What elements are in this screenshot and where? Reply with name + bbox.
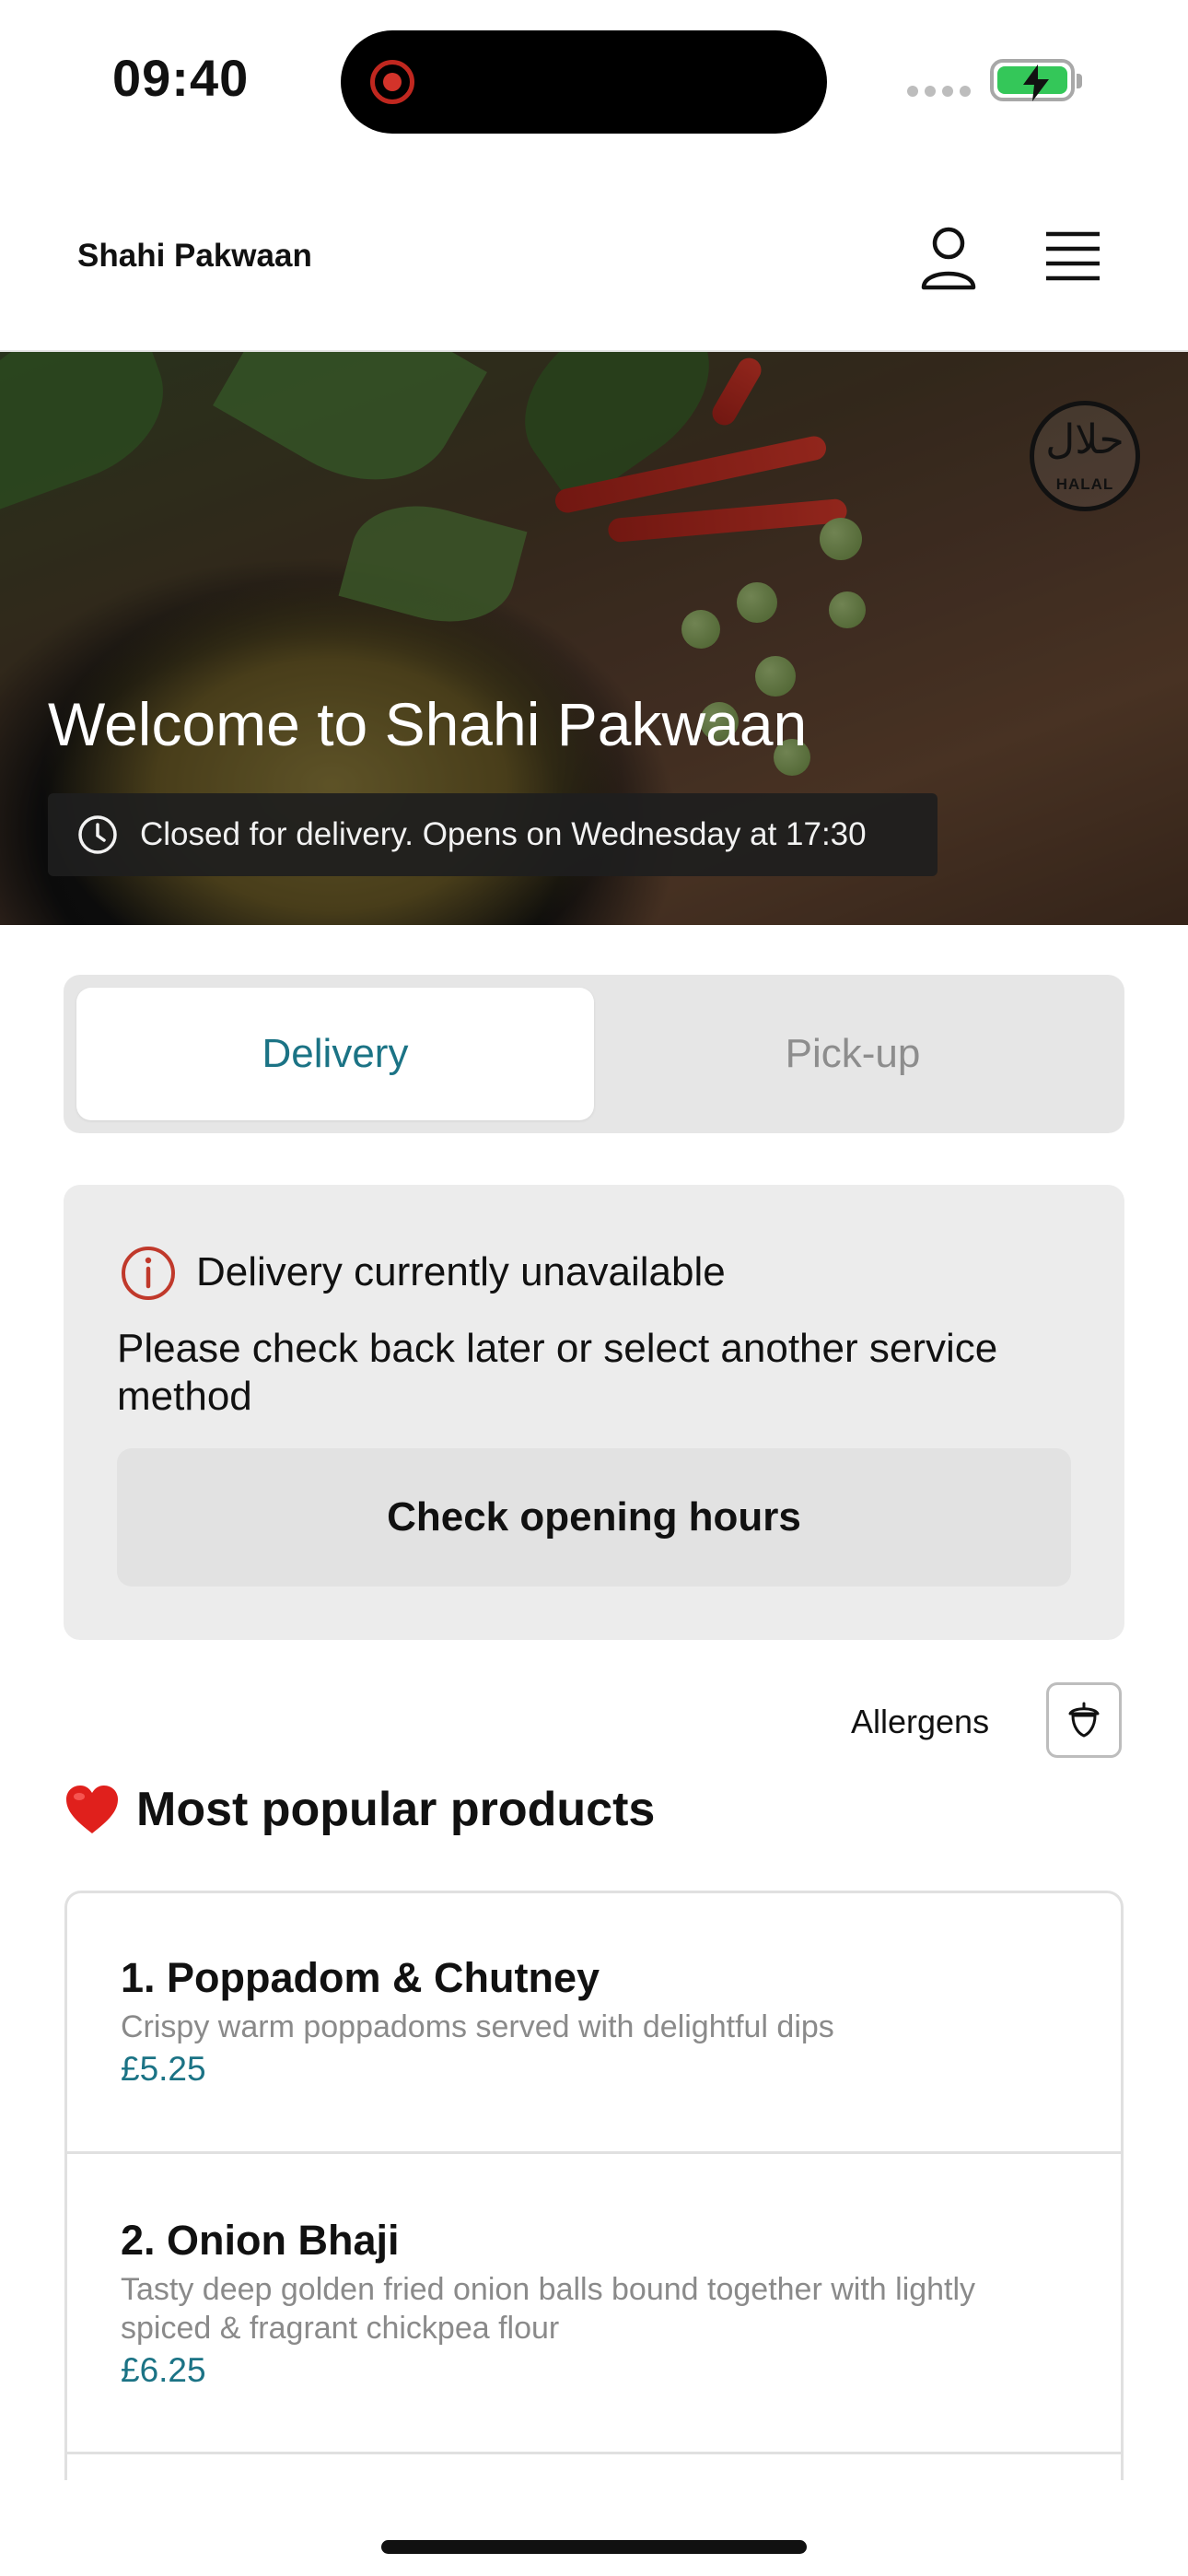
cellular-signal-icon xyxy=(907,86,971,97)
opening-status-text: Closed for delivery. Opens on Wednesday … xyxy=(140,816,867,852)
allergens-button[interactable] xyxy=(1046,1682,1122,1758)
notice-message: Please check back later or select anothe… xyxy=(117,1326,998,1419)
product-name: 2. Onion Bhaji xyxy=(121,2217,400,2264)
status-bar: 09:40 xyxy=(0,0,1188,157)
halal-badge-arabic: حلال xyxy=(1045,416,1124,463)
acorn-allergen-icon xyxy=(1068,1702,1100,1738)
product-description: Tasty deep golden fried onion balls boun… xyxy=(121,2272,976,2346)
recording-indicator-icon xyxy=(370,60,414,104)
product-list: 1. Poppadom & Chutney Crispy warm poppad… xyxy=(64,1891,1124,2480)
tab-delivery[interactable]: Delivery xyxy=(76,988,594,1120)
service-method-toggle: Delivery Pick-up xyxy=(64,975,1124,1133)
halal-badge: حلال HALAL xyxy=(1030,401,1140,511)
tab-pickup[interactable]: Pick-up xyxy=(594,988,1112,1120)
battery-charging-icon xyxy=(990,59,1082,101)
product-item[interactable] xyxy=(67,2452,1121,2480)
product-item[interactable]: 1. Poppadom & Chutney Crispy warm poppad… xyxy=(67,1893,1121,2151)
menu-button[interactable] xyxy=(1041,228,1105,284)
restaurant-name[interactable]: Shahi Pakwaan xyxy=(77,238,312,275)
section-title-text: Most popular products xyxy=(136,1783,656,1836)
product-description: Crispy warm poppadoms served with deligh… xyxy=(121,2009,834,2044)
status-time: 09:40 xyxy=(112,49,250,107)
popular-products-heading: Most popular products xyxy=(64,1782,655,1837)
app-header: Shahi Pakwaan xyxy=(0,157,1188,352)
product-name: 1. Poppadom & Chutney xyxy=(121,1954,600,2001)
home-indicator[interactable] xyxy=(381,2540,807,2554)
user-icon xyxy=(921,227,976,290)
product-item[interactable]: 2. Onion Bhaji Tasty deep golden fried o… xyxy=(67,2151,1121,2452)
delivery-unavailable-notice: Delivery currently unavailable Please ch… xyxy=(64,1185,1124,1640)
info-alert-icon xyxy=(122,1247,175,1300)
product-price: £6.25 xyxy=(121,2351,206,2389)
product-price: £5.25 xyxy=(121,2050,206,2088)
account-button[interactable] xyxy=(912,221,985,295)
check-opening-hours-button[interactable]: Check opening hours xyxy=(117,1448,1071,1587)
halal-badge-label: HALAL xyxy=(1055,475,1114,493)
allergens-label[interactable]: Allergens xyxy=(851,1703,989,1741)
heart-icon xyxy=(66,1786,118,1833)
dynamic-island xyxy=(341,30,827,134)
opening-status-banner: Closed for delivery. Opens on Wednesday … xyxy=(48,793,938,876)
hero-banner: حلال HALAL Welcome to Shahi Pakwaan Clos… xyxy=(0,352,1188,925)
clock-icon xyxy=(78,815,117,854)
welcome-title: Welcome to Shahi Pakwaan xyxy=(48,690,808,758)
notice-title: Delivery currently unavailable xyxy=(196,1249,726,1294)
hamburger-menu-icon xyxy=(1046,231,1100,281)
